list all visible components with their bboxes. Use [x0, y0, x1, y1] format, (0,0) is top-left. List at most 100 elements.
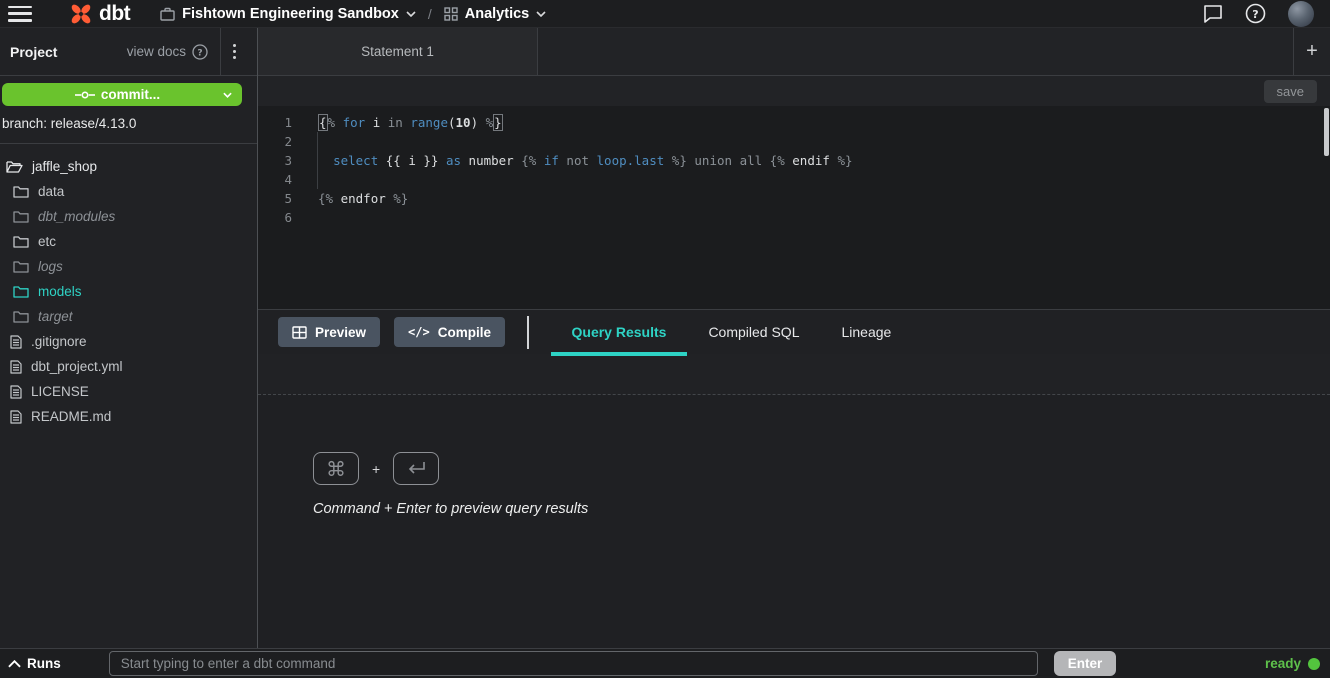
view-docs-link[interactable]: view docs ?	[127, 44, 208, 60]
new-tab-button[interactable]: +	[1293, 28, 1330, 75]
hamburger-menu-icon[interactable]	[8, 6, 32, 22]
query-results-area: ⌘ + Command + Enter to preview query res…	[258, 395, 1330, 648]
dbt-command-input[interactable]	[109, 651, 1038, 676]
runs-toggle[interactable]: Runs	[8, 656, 61, 671]
folder-icon	[13, 185, 29, 198]
help-icon[interactable]: ?	[1245, 3, 1266, 24]
tree-item-label: dbt_project.yml	[31, 359, 123, 374]
briefcase-icon	[160, 7, 175, 21]
save-button[interactable]: save	[1264, 80, 1317, 103]
editor-toolbar: save	[258, 76, 1330, 106]
breadcrumb-separator: /	[428, 6, 432, 22]
editor-pane: Statement 1 + save 1{% for i in range(10…	[258, 28, 1330, 648]
code-text: {% endfor %}	[318, 189, 408, 208]
account-selector[interactable]: Fishtown Engineering Sandbox	[160, 6, 416, 22]
dbt-logo-icon	[68, 1, 94, 27]
tree-item-logs[interactable]: logs	[0, 254, 257, 279]
project-name: Analytics	[465, 6, 529, 22]
grid-icon	[444, 7, 458, 21]
status-label: ready	[1265, 656, 1301, 671]
ide-status: ready	[1265, 656, 1322, 671]
tree-item-label: README.md	[31, 409, 111, 424]
preview-label: Preview	[315, 325, 366, 340]
tab-statement-1[interactable]: Statement 1	[258, 28, 538, 75]
file-icon	[10, 335, 22, 349]
user-avatar[interactable]	[1288, 1, 1314, 27]
branch-label: branch: release/4.13.0	[0, 106, 257, 144]
status-dot-icon	[1308, 658, 1320, 670]
chat-icon[interactable]	[1203, 4, 1223, 23]
editor-tab-bar: Statement 1 +	[258, 28, 1330, 76]
tree-item-jaffle-shop[interactable]: jaffle_shop	[0, 154, 257, 179]
return-key-icon	[393, 452, 439, 485]
line-number: 3	[258, 151, 292, 170]
tree-item-license[interactable]: LICENSE	[0, 379, 257, 404]
code-line-1[interactable]: 1{% for i in range(10) %}	[258, 113, 1330, 132]
tree-item-label: jaffle_shop	[32, 159, 97, 174]
help-circle-icon: ?	[192, 44, 208, 60]
folder-icon	[13, 310, 29, 323]
line-number: 2	[258, 132, 292, 151]
line-number: 5	[258, 189, 292, 208]
code-line-2[interactable]: 2	[258, 132, 1330, 151]
chevron-down-icon	[536, 11, 546, 17]
tree-item-dbt-project-yml[interactable]: dbt_project.yml	[0, 354, 257, 379]
code-line-6[interactable]: 6	[258, 208, 1330, 227]
file-icon	[10, 410, 22, 424]
chevron-down-icon	[223, 92, 232, 98]
code-line-5[interactable]: 5 {% endfor %}	[258, 189, 1330, 208]
chevron-down-icon	[406, 11, 416, 17]
line-number: 6	[258, 208, 292, 227]
tab-query-results[interactable]: Query Results	[551, 310, 688, 354]
tree-item-readme-md[interactable]: README.md	[0, 404, 257, 429]
panel-divider	[527, 316, 529, 349]
project-selector[interactable]: Analytics	[444, 6, 546, 22]
command-bar: Runs Enter ready	[0, 648, 1330, 678]
top-bar: dbt Fishtown Engineering Sandbox / Analy…	[0, 0, 1330, 28]
tree-item-label: data	[38, 184, 64, 199]
kebab-menu-icon[interactable]	[221, 38, 247, 65]
code-icon: </>	[408, 325, 430, 339]
tree-item-label: dbt_modules	[38, 209, 115, 224]
code-text: select {{ i }} as number {% if not loop.…	[318, 151, 853, 170]
command-symbol: ⌘	[326, 457, 346, 481]
tree-item-models[interactable]: models	[0, 279, 257, 304]
tree-item-label: logs	[38, 259, 63, 274]
shortcut-keys: ⌘ +	[313, 452, 1330, 485]
line-number: 1	[258, 113, 292, 132]
results-tabs: Query Results Compiled SQL Lineage	[551, 310, 913, 354]
tab-lineage[interactable]: Lineage	[820, 310, 912, 354]
code-line-3[interactable]: 3 select {{ i }} as number {% if not loo…	[258, 151, 1330, 170]
file-tree: jaffle_shopdata dbt_modulesetc logs models t…	[0, 154, 257, 648]
line-number: 4	[258, 170, 292, 189]
tree-item-data[interactable]: data	[0, 179, 257, 204]
code-editor[interactable]: 1{% for i in range(10) %}23 select {{ i …	[258, 106, 1330, 309]
tab-label: Compiled SQL	[708, 324, 799, 340]
tree-item-target[interactable]: target	[0, 304, 257, 329]
folder-icon	[13, 260, 29, 273]
dbt-logo-text: dbt	[99, 2, 130, 26]
tab-label: Statement 1	[361, 44, 434, 59]
tab-compiled-sql[interactable]: Compiled SQL	[687, 310, 820, 354]
tree-item-label: target	[38, 309, 73, 324]
svg-text:?: ?	[197, 48, 202, 58]
commit-button[interactable]: commit...	[2, 83, 242, 106]
tree-item-etc[interactable]: etc	[0, 229, 257, 254]
dbt-cloud-ide: dbt Fishtown Engineering Sandbox / Analy…	[0, 0, 1330, 678]
git-commit-icon	[75, 90, 95, 100]
view-docs-label: view docs	[127, 44, 186, 59]
tree-item-label: models	[38, 284, 82, 299]
preview-button[interactable]: Preview	[278, 317, 380, 347]
file-icon	[10, 385, 22, 399]
command-key-icon: ⌘	[313, 452, 359, 485]
tree-item-dbt-modules[interactable]: dbt_modules	[0, 204, 257, 229]
tree-item--gitignore[interactable]: .gitignore	[0, 329, 257, 354]
enter-button[interactable]: Enter	[1054, 651, 1117, 676]
file-explorer-sidebar: Project view docs ?	[0, 28, 258, 648]
editor-scrollbar[interactable]	[1324, 108, 1329, 156]
folder-icon	[13, 285, 29, 298]
table-icon	[292, 326, 307, 339]
compile-button[interactable]: </> Compile	[394, 317, 505, 347]
code-line-4[interactable]: 4	[258, 170, 1330, 189]
tree-item-label: LICENSE	[31, 384, 89, 399]
